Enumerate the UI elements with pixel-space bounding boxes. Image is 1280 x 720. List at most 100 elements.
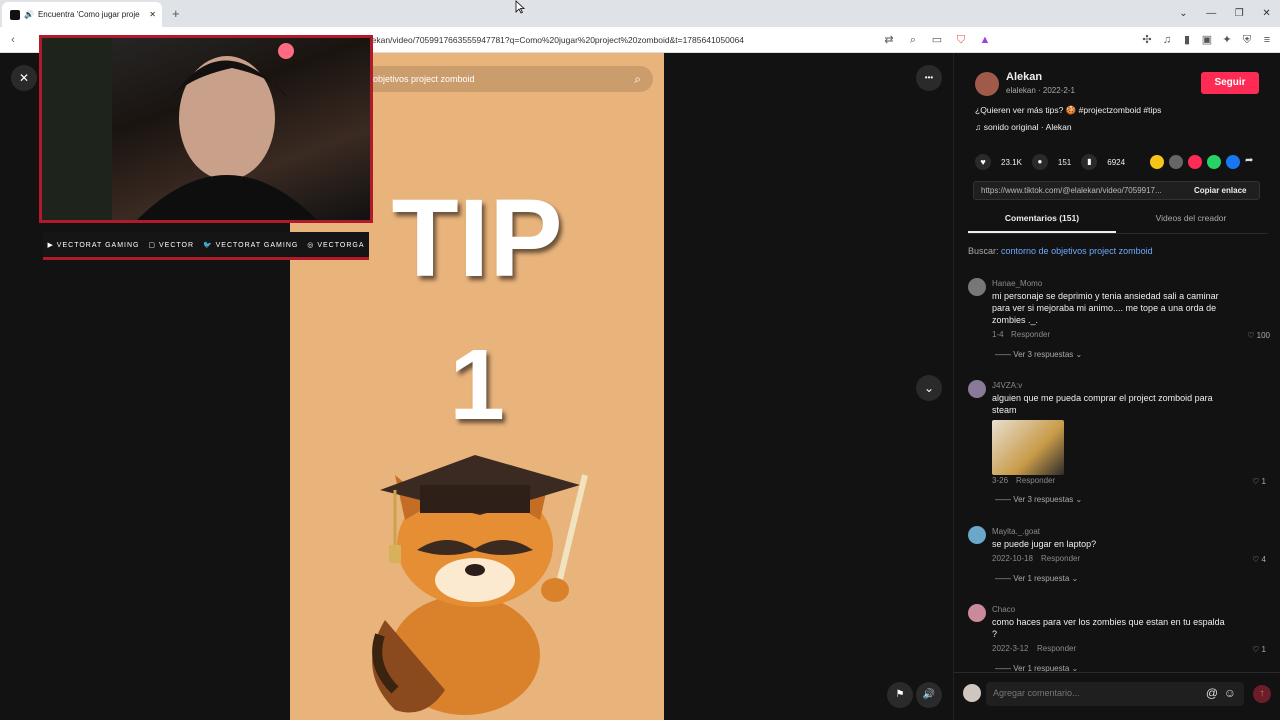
emoji-icon[interactable]: ☺: [1224, 686, 1236, 700]
translate-icon[interactable]: ⇄: [880, 27, 898, 53]
view-replies-button[interactable]: —— Ver 3 respuestas ⌄: [995, 495, 1082, 504]
comment-username[interactable]: J4VZA:v: [992, 381, 1022, 390]
comment-input[interactable]: Agregar comentario...: [993, 688, 1080, 698]
comment-like-count[interactable]: ♡ 100: [1230, 331, 1270, 340]
related-search[interactable]: Buscar: contorno de objetivos project zo…: [968, 246, 1153, 256]
comment-like-count[interactable]: ♡ 1: [1226, 477, 1266, 486]
video-search-bar[interactable]: objetivos project zomboid ⌕: [345, 66, 653, 92]
link-box: https://www.tiktok.com/@elalekan/video/7…: [973, 181, 1260, 200]
instagram-link: ◎ VECTORGA: [307, 241, 365, 249]
youtube-link: ▶ VECTORAT GAMING: [47, 241, 140, 249]
comment-like-count[interactable]: ♡ 4: [1226, 555, 1266, 564]
video-description: ¿Quieren ver más tips? 🍪 #projectzomboid…: [975, 105, 1162, 115]
volume-icon[interactable]: 🔊: [916, 682, 942, 708]
comment-avatar[interactable]: [968, 526, 986, 544]
ai-icon[interactable]: ✦: [1218, 27, 1236, 53]
minimize-button[interactable]: —: [1206, 8, 1216, 19]
comment-date: 2022-3-12: [992, 644, 1029, 653]
extensions-icon[interactable]: ✣: [1138, 27, 1156, 53]
follow-button[interactable]: Seguir: [1201, 72, 1259, 94]
author-avatar[interactable]: [975, 72, 999, 96]
author-name[interactable]: Alekan: [1006, 71, 1042, 83]
tab-divider: [968, 233, 1268, 234]
reply-button[interactable]: Responder: [1037, 644, 1076, 653]
tab-comments[interactable]: Comentarios (151): [968, 213, 1116, 223]
report-icon[interactable]: ⚑: [887, 682, 913, 708]
brave-shield-icon[interactable]: ⛉: [952, 27, 970, 53]
comment-username[interactable]: Hanae_Momo: [992, 279, 1042, 288]
comment-text: se puede jugar en laptop?: [992, 539, 1097, 549]
related-search-query[interactable]: contorno de objetivos project zomboid: [1001, 246, 1153, 256]
post-button[interactable]: ↑: [1253, 685, 1271, 703]
comment-avatar[interactable]: [968, 278, 986, 296]
share-arrow-icon[interactable]: ➦: [1245, 155, 1253, 169]
user-avatar[interactable]: [963, 684, 981, 702]
comment-username[interactable]: Maylta._.goat: [992, 527, 1040, 536]
mention-icon[interactable]: @: [1206, 686, 1218, 700]
share-icons: ➦: [1150, 155, 1253, 169]
tab-creator-videos[interactable]: Videos del creador: [1116, 213, 1266, 223]
music-icon[interactable]: ♫: [1158, 27, 1176, 53]
tab-close-icon[interactable]: ✕: [149, 10, 156, 19]
next-video-button[interactable]: ⌄: [916, 375, 942, 401]
raccoon-graduate-illustration: [372, 455, 588, 715]
facebook-icon[interactable]: [1226, 155, 1240, 169]
comment-like-count[interactable]: ♡ 1: [1226, 645, 1266, 654]
reply-button[interactable]: Responder: [1016, 476, 1055, 485]
cast-icon[interactable]: ▭: [928, 27, 946, 53]
extension-icons: ✣ ♫ ▮ ▣ ✦ ⛨ ≡: [1138, 27, 1276, 53]
speaker-icon: 🔊: [24, 10, 34, 19]
reply-button[interactable]: Responder: [1041, 554, 1080, 563]
wallet-icon[interactable]: ▣: [1198, 27, 1216, 53]
video-link[interactable]: https://www.tiktok.com/@elalekan/video/7…: [974, 186, 1186, 195]
comment-date: 1-4: [992, 330, 1004, 339]
comment-text: como haces para ver los zombies que esta…: [992, 617, 1225, 639]
vpn-icon[interactable]: ⛨: [1238, 27, 1256, 53]
search-icon[interactable]: ⌕: [634, 66, 641, 92]
menu-icon[interactable]: ≡: [1258, 27, 1276, 53]
tab-list-icon[interactable]: ⌄: [1179, 8, 1187, 19]
social-links-bar: ▶ VECTORAT GAMING ▢ VECTOR 🐦 VECTORAT GA…: [43, 232, 369, 260]
heart-icon: ♡: [1247, 331, 1257, 340]
zoom-icon[interactable]: ⌕: [904, 27, 922, 53]
like-icon[interactable]: ♥: [975, 154, 991, 170]
comment-date: 3-26: [992, 476, 1009, 485]
copy-link-button[interactable]: Copiar enlace: [1186, 186, 1246, 195]
like-count: 23.1K: [1001, 157, 1022, 167]
twitch-link: ▢ VECTOR: [148, 241, 195, 249]
webcam-overlay: [39, 35, 373, 223]
comment-text: alguien que me pueda comprar el project …: [992, 393, 1213, 415]
view-replies-button[interactable]: —— Ver 3 respuestas ⌄: [995, 350, 1082, 359]
view-replies-button[interactable]: —— Ver 1 respuesta ⌄: [995, 664, 1078, 672]
comment-icon[interactable]: ●: [1031, 154, 1048, 170]
back-icon[interactable]: ‹: [4, 27, 22, 53]
mouse-cursor-icon: [515, 0, 525, 14]
comment-avatar[interactable]: [968, 604, 986, 622]
address-actions: ⇄ ⌕ ▭ ⛉ ▲: [880, 27, 994, 53]
bookmark-icon[interactable]: ▮: [1081, 154, 1098, 170]
twitter-link: 🐦 VECTORAT GAMING: [202, 241, 299, 249]
embed-icon[interactable]: [1169, 155, 1183, 169]
address-bar[interactable]: elekan/video/7059917663555947781?q=Como%…: [365, 31, 875, 49]
new-tab-button[interactable]: +: [172, 6, 180, 21]
more-options-button[interactable]: •••: [916, 65, 942, 91]
reply-button[interactable]: Responder: [1011, 330, 1050, 339]
comment-count: 151: [1057, 157, 1072, 167]
sidebar-icon[interactable]: ▮: [1178, 27, 1196, 53]
heart-icon: ♡: [1252, 645, 1262, 654]
close-window-button[interactable]: ✕: [1262, 8, 1270, 19]
tiktok-favicon-icon: [10, 9, 20, 20]
view-replies-button[interactable]: —— Ver 1 respuesta ⌄: [995, 574, 1078, 583]
sound-info[interactable]: ♫ sonido original · Alekan: [975, 122, 1072, 132]
close-video-button[interactable]: ✕: [11, 65, 37, 91]
share-friends-icon[interactable]: [1188, 155, 1202, 169]
rewards-icon[interactable]: ▲: [976, 27, 994, 53]
whatsapp-icon[interactable]: [1207, 155, 1221, 169]
comment-avatar[interactable]: [968, 380, 986, 398]
sound-label: sonido original · Alekan: [983, 122, 1072, 132]
comment-username[interactable]: Chaco: [992, 605, 1015, 614]
browser-tab-bar: [0, 0, 1280, 27]
share-coin-icon[interactable]: [1150, 155, 1164, 169]
browser-tab[interactable]: 🔊 Encuentra 'Como jugar proje ✕: [2, 2, 162, 27]
restore-button[interactable]: ❐: [1235, 8, 1244, 19]
